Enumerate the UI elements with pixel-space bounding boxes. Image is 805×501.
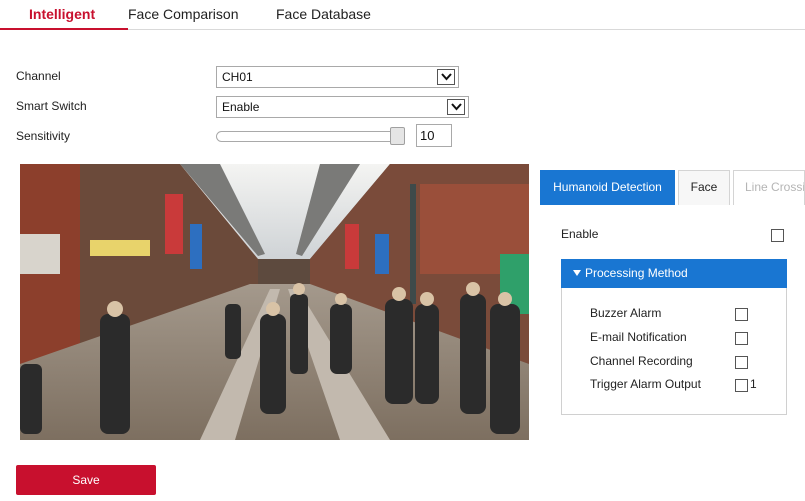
trigger-alarm-output-label: Trigger Alarm Output xyxy=(590,377,701,391)
channel-label: Channel xyxy=(16,69,61,83)
camera-preview[interactable] xyxy=(20,164,529,440)
email-notification-label: E-mail Notification xyxy=(590,330,687,344)
sensitivity-slider-handle[interactable] xyxy=(390,127,405,145)
enable-label: Enable xyxy=(561,227,599,241)
channel-recording-checkbox[interactable] xyxy=(735,356,748,369)
channel-recording-label: Channel Recording xyxy=(590,354,693,368)
buzzer-alarm-label: Buzzer Alarm xyxy=(590,306,662,320)
email-notification-checkbox[interactable] xyxy=(735,332,748,345)
sensitivity-input[interactable]: 10 xyxy=(416,124,452,147)
tab-intelligent[interactable]: Intelligent xyxy=(29,0,95,30)
caret-down-icon xyxy=(573,270,581,276)
processing-method-title: Processing Method xyxy=(585,266,688,280)
trigger-alarm-output-number: 1 xyxy=(750,377,757,391)
buzzer-alarm-checkbox[interactable] xyxy=(735,308,748,321)
sensitivity-label: Sensitivity xyxy=(16,129,71,143)
tab-face[interactable]: Face xyxy=(678,170,730,205)
sensitivity-slider-track[interactable] xyxy=(216,131,400,142)
save-button[interactable]: Save xyxy=(16,465,156,495)
tab-humanoid-detection[interactable]: Humanoid Detection xyxy=(540,170,675,205)
active-tab-underline xyxy=(0,28,128,30)
processing-method-header[interactable]: Processing Method xyxy=(561,259,787,288)
smart-switch-label: Smart Switch xyxy=(16,99,87,113)
trigger-alarm-output-checkbox[interactable] xyxy=(735,379,748,392)
smart-switch-select[interactable]: Enable xyxy=(216,96,469,118)
tab-face-database[interactable]: Face Database xyxy=(276,0,371,30)
tab-line-crossing[interactable]: Line Crossi xyxy=(733,170,805,205)
chevron-down-icon xyxy=(437,69,455,85)
enable-checkbox[interactable] xyxy=(771,229,784,242)
tab-face-comparison[interactable]: Face Comparison xyxy=(128,0,239,30)
main-tab-bar: Intelligent Face Comparison Face Databas… xyxy=(0,0,805,30)
channel-select[interactable]: CH01 xyxy=(216,66,459,88)
channel-value: CH01 xyxy=(222,70,253,84)
smart-switch-value: Enable xyxy=(222,100,260,114)
chevron-down-icon xyxy=(447,99,465,115)
